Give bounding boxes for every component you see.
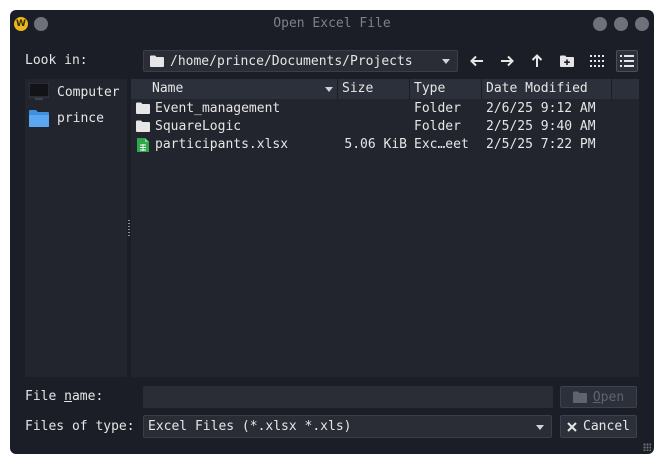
file-name: SquareLogic [155,119,242,134]
open-button-label: Open [592,389,625,405]
parent-directory-button[interactable] [526,50,548,72]
resize-grip[interactable] [643,443,651,451]
folder-icon [136,120,150,134]
list-view-icon [620,55,634,67]
file-date: 2/6/25 9:12 AM [486,101,596,116]
chevron-down-icon [442,59,450,64]
new-folder-icon [560,55,574,67]
column-header-date[interactable]: Date Modified [482,79,612,99]
arrow-left-icon [470,55,483,67]
detail-view-button[interactable] [616,50,638,72]
file-date: 2/5/25 9:40 AM [486,119,596,134]
look-in-label: Look in: [25,53,88,68]
file-type-combo[interactable]: Excel Files (*.xlsx *.xls) [143,415,552,438]
close-icon [567,421,577,432]
sidebar-item-label: Computer [57,84,120,100]
file-row[interactable]: SquareLogic Folder 2/5/25 9:40 AM [131,118,639,136]
monitor-icon [29,83,49,101]
files-of-type-label: Files of type: [25,419,135,434]
column-header-label: Size [342,81,374,96]
file-row[interactable]: participants.xlsx 5.06 KiB Exc…eet 2/5/2… [131,136,639,154]
folder-icon [136,102,150,116]
cancel-button[interactable]: Cancel [560,415,637,438]
file-name-label: File name: [25,389,104,404]
file-size: 5.06 KiB [344,137,407,152]
look-in-combo[interactable]: /home/prince/Documents/Projects [143,50,458,72]
column-header-label: Type [414,81,446,96]
file-size [343,118,407,136]
new-folder-button[interactable] [556,50,578,72]
window-title: Open Excel File [273,16,391,31]
sidebar-item-prince[interactable]: prince [29,106,104,130]
file-date: 2/5/25 7:22 PM [486,137,596,152]
open-file-dialog: W Open Excel File Look in: /home/prince/… [10,10,654,454]
spreadsheet-icon [137,138,151,152]
column-header-label: Name [152,81,184,96]
minimize-button[interactable] [593,17,607,31]
file-type-value: Excel Files (*.xlsx *.xls) [148,419,352,434]
sidebar-item-computer[interactable]: Computer [29,80,120,104]
column-header-size[interactable]: Size [338,79,410,99]
file-list-header: Name Size Type Date Modified [131,79,639,99]
forward-button[interactable] [496,50,518,72]
column-header-label: Date Modified [486,81,588,96]
arrow-up-icon [531,54,543,67]
arrow-right-icon [501,55,514,67]
folder-icon [150,55,164,67]
file-name: Event_management [155,101,281,116]
file-size [343,100,407,118]
title-bar[interactable]: W Open Excel File [10,10,654,38]
file-list[interactable]: Name Size Type Date Modified Event_manag… [131,79,639,377]
sort-descending-icon [325,87,333,92]
maximize-button[interactable] [614,17,628,31]
icon-view-button[interactable] [586,50,608,72]
close-button[interactable] [635,17,649,31]
file-row[interactable]: Event_management Folder 2/6/25 9:12 AM [131,100,639,118]
folder-icon [29,109,49,127]
file-name: participants.xlsx [155,137,289,152]
sidebar-item-label: prince [57,110,104,126]
places-sidebar: Computer prince [25,79,127,377]
open-button[interactable]: Open [560,386,637,408]
chevron-down-icon [536,424,544,430]
back-button[interactable] [466,50,488,72]
current-path: /home/prince/Documents/Projects [170,53,413,69]
file-type: Exc…eet [414,137,469,152]
file-type: Folder [414,119,461,134]
grid-view-icon [590,55,604,67]
splitter-handle[interactable] [128,220,130,238]
column-header-name[interactable]: Name [131,79,338,99]
file-type: Folder [414,101,461,116]
cancel-button-label: Cancel [583,419,630,434]
file-name-input[interactable] [143,386,553,408]
folder-open-icon [572,391,587,403]
column-header-type[interactable]: Type [410,79,482,99]
